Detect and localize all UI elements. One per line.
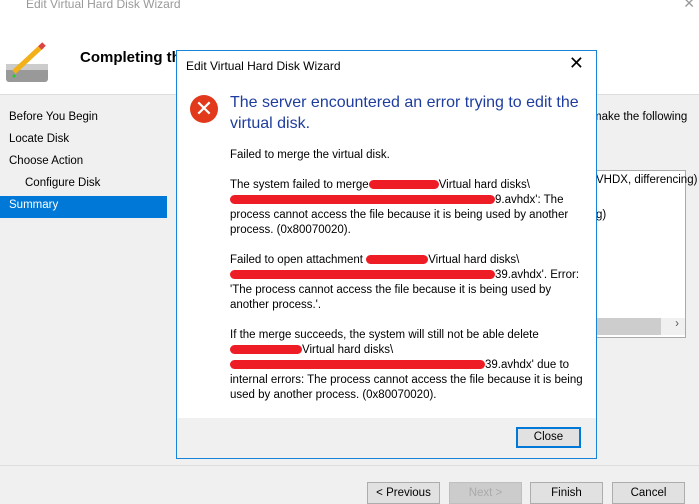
error-paragraph: The system failed to merge Virtual hard d… [230,178,585,238]
summary-line: VHDX, differencing) [596,174,698,186]
cancel-button[interactable]: Cancel [612,482,685,504]
previous-button[interactable]: < Previous [367,482,440,504]
text: Virtual hard disks\ [438,179,530,191]
wizard-title-bar: Edit Virtual Hard Disk Wizard ✕ [0,0,699,14]
error-dialog: Edit Virtual Hard Disk Wizard ✕ ✕ The se… [176,50,597,459]
step-before-you-begin[interactable]: Before You Begin [0,108,167,130]
step-configure-disk[interactable]: Configure Disk [0,174,167,196]
summary-intro: make the following [592,111,688,123]
text: Virtual hard disks\ [428,254,520,266]
error-paragraph: If the merge succeeds, the system will s… [230,328,585,403]
redaction [368,180,439,190]
close-icon[interactable]: ✕ [683,0,695,12]
close-icon[interactable]: ✕ [569,53,584,74]
wizard-heading: Completing th [80,49,181,66]
finish-button[interactable]: Finish [530,482,603,504]
redaction [366,255,429,265]
close-button[interactable]: Close [516,427,581,448]
error-icon: ✕ [190,95,218,123]
text: If the merge succeeds, the system will s… [230,329,539,341]
error-paragraph: Failed to open attachment Virtual hard d… [230,253,585,313]
chevron-right-icon[interactable]: › [675,318,679,330]
dialog-footer: Close [177,418,596,458]
summary-line: g) [596,209,607,221]
dialog-title: Edit Virtual Hard Disk Wizard [186,59,341,73]
error-details: Failed to merge the virtual disk. The sy… [230,148,585,418]
text: Virtual hard disks\ [302,344,394,356]
redaction [230,360,485,370]
step-choose-action[interactable]: Choose Action [0,152,167,174]
step-locate-disk[interactable]: Locate Disk [0,130,167,152]
redaction [230,195,495,205]
wizard-steps: Before You Begin Locate Disk Choose Acti… [0,108,167,218]
divider [0,465,699,466]
step-summary[interactable]: Summary [0,196,167,218]
next-button: Next > [449,482,522,504]
text: Failed to open attachment [230,254,363,266]
text: The system failed to merge [230,179,369,191]
wizard-title: Edit Virtual Hard Disk Wizard [26,0,181,11]
error-paragraph: Failed to merge the virtual disk. [230,149,390,161]
redaction [230,345,302,355]
disk-pencil-icon [6,42,48,82]
redaction [230,270,495,280]
main-instruction: The server encountered an error trying t… [230,94,579,132]
